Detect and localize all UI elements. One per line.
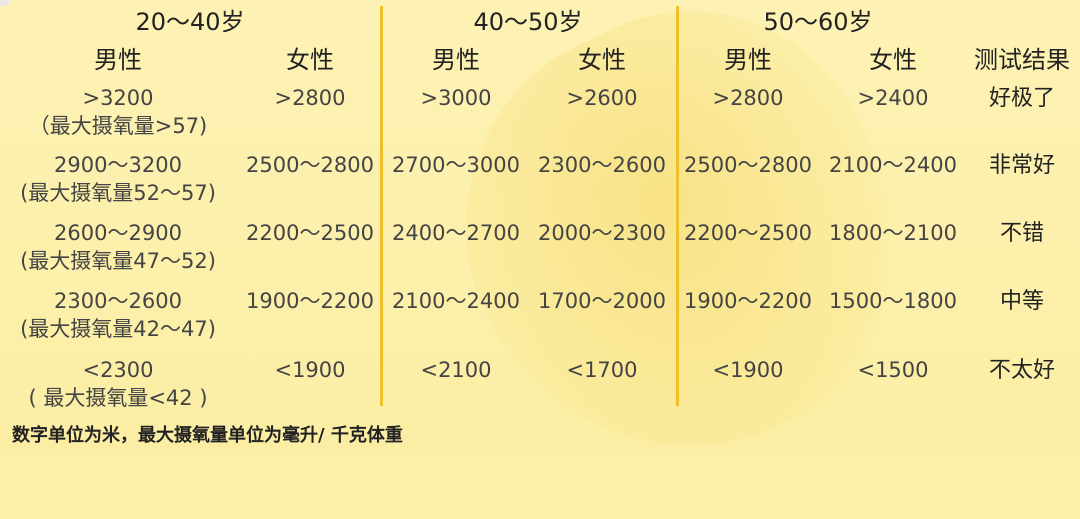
cell-vo2max-note: (最大摄氧量42～47) bbox=[20, 317, 216, 341]
cell-male-40-50: <2100 bbox=[420, 358, 492, 382]
corner-tab bbox=[0, 0, 10, 6]
header-male-50-60: 男性 bbox=[724, 46, 772, 74]
cell-male-50-60: >2800 bbox=[712, 86, 784, 110]
cell-male-40-50: >3000 bbox=[420, 86, 492, 110]
age-group-50-60: 50～60岁 bbox=[763, 8, 873, 36]
cell-female-40-50: 2000～2300 bbox=[538, 221, 666, 245]
cell-male-20-40: 2900～3200 bbox=[54, 153, 182, 177]
cell-result: 不太好 bbox=[988, 358, 1056, 383]
cell-female-40-50: 2300～2600 bbox=[538, 153, 666, 177]
header-male-20-40: 男性 bbox=[94, 46, 142, 74]
cell-female-50-60: >2400 bbox=[857, 86, 929, 110]
age-group-20-40: 20～40岁 bbox=[135, 8, 245, 36]
cell-vo2max-note: （最大摄氧量>57) bbox=[28, 114, 208, 138]
cell-male-20-40: >3200 bbox=[82, 86, 154, 110]
cell-female-20-40: 2200～2500 bbox=[246, 221, 374, 245]
cell-female-40-50: 1700～2000 bbox=[538, 289, 666, 313]
column-divider-2 bbox=[676, 6, 679, 406]
cell-male-20-40: <2300 bbox=[82, 358, 154, 382]
cell-female-20-40: <1900 bbox=[274, 358, 346, 382]
cell-male-50-60: 1900～2200 bbox=[684, 289, 812, 313]
cell-male-40-50: 2100～2400 bbox=[392, 289, 520, 313]
column-divider-1 bbox=[380, 6, 383, 406]
cell-vo2max-note: (最大摄氧量47～52) bbox=[20, 249, 216, 273]
cell-result: 中等 bbox=[999, 289, 1045, 314]
header-female-50-60: 女性 bbox=[869, 46, 917, 74]
cell-vo2max-note: ( 最大摄氧量<42 ) bbox=[28, 386, 208, 410]
cell-male-20-40: 2300～2600 bbox=[54, 289, 182, 313]
cell-male-40-50: 2700～3000 bbox=[392, 153, 520, 177]
cell-female-20-40: 1900～2200 bbox=[246, 289, 374, 313]
cell-female-40-50: >2600 bbox=[566, 86, 638, 110]
age-group-40-50: 40～50岁 bbox=[473, 8, 583, 36]
cell-female-40-50: <1700 bbox=[566, 358, 638, 382]
cell-female-20-40: >2800 bbox=[274, 86, 346, 110]
cell-male-20-40: 2600～2900 bbox=[54, 221, 182, 245]
units-footnote: 数字单位为米，最大摄氧量单位为毫升/ 千克体重 bbox=[12, 425, 403, 446]
cell-result: 不错 bbox=[999, 221, 1045, 246]
header-result: 测试结果 bbox=[974, 46, 1070, 74]
cell-male-50-60: 2200～2500 bbox=[684, 221, 812, 245]
cell-male-50-60: <1900 bbox=[712, 358, 784, 382]
header-male-40-50: 男性 bbox=[432, 46, 480, 74]
shoe-watermark bbox=[398, 0, 962, 519]
fitness-table-panel: 20～40岁 40～50岁 50～60岁 男性 女性 男性 女性 男性 女性 测… bbox=[0, 0, 1080, 519]
cell-result: 非常好 bbox=[988, 153, 1056, 178]
cell-female-50-60: 2100～2400 bbox=[829, 153, 957, 177]
cell-vo2max-note: (最大摄氧量52～57) bbox=[20, 181, 216, 205]
cell-female-20-40: 2500～2800 bbox=[246, 153, 374, 177]
cell-male-40-50: 2400～2700 bbox=[392, 221, 520, 245]
cell-female-50-60: 1500～1800 bbox=[829, 289, 957, 313]
header-female-40-50: 女性 bbox=[578, 46, 626, 74]
header-female-20-40: 女性 bbox=[286, 46, 334, 74]
cell-male-50-60: 2500～2800 bbox=[684, 153, 812, 177]
cell-female-50-60: 1800～2100 bbox=[829, 221, 957, 245]
cell-female-50-60: <1500 bbox=[857, 358, 929, 382]
cell-result: 好极了 bbox=[988, 86, 1056, 111]
